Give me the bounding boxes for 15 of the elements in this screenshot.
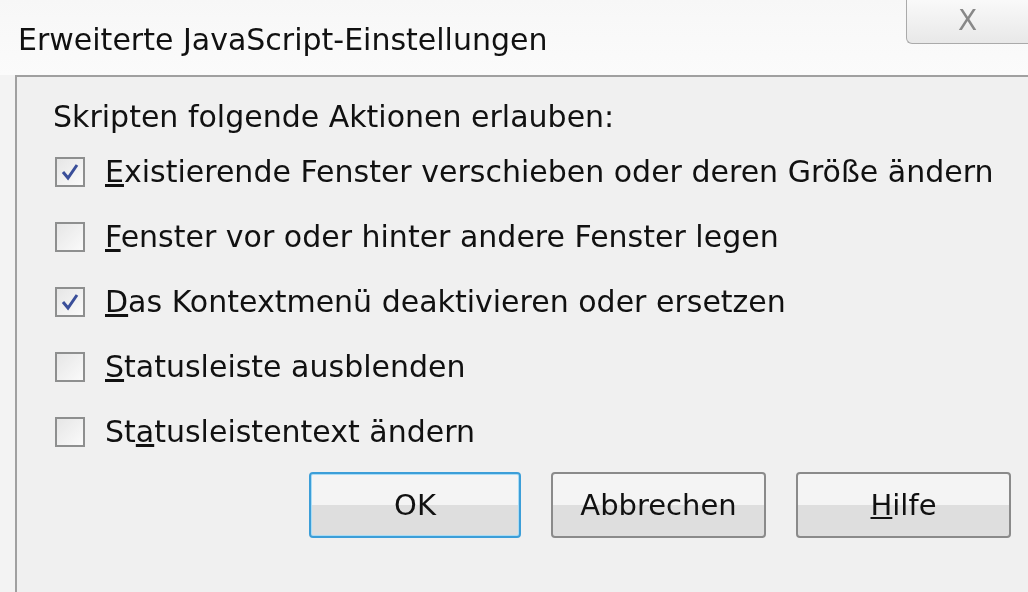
checkbox-label[interactable]: Das Kontextmenü deaktivieren oder ersetzen	[105, 284, 786, 319]
checkbox-label[interactable]: Statusleistentext ändern	[105, 414, 476, 449]
checkbox[interactable]	[55, 286, 85, 317]
dialog-button[interactable]: Hilfe	[796, 472, 1011, 538]
checkbox-label[interactable]: Existierende Fenster verschieben oder deren Größe ändern	[105, 154, 994, 189]
checkbox[interactable]	[55, 156, 85, 187]
dialog-button[interactable]: Abbrechen	[551, 472, 766, 538]
checkbox-label[interactable]: Statusleiste ausblenden	[105, 349, 466, 384]
checkbox[interactable]	[55, 416, 85, 447]
default-button[interactable]: OK	[309, 472, 521, 538]
checkbox-label[interactable]: Fenster vor oder hinter andere Fenster legen	[105, 219, 779, 254]
window-title: Erweiterte JavaScript-Einstellungen	[18, 22, 548, 57]
checkbox[interactable]	[55, 221, 85, 252]
checkbox[interactable]	[55, 351, 85, 382]
section-heading: Skripten folgende Aktionen erlauben:	[53, 99, 616, 136]
